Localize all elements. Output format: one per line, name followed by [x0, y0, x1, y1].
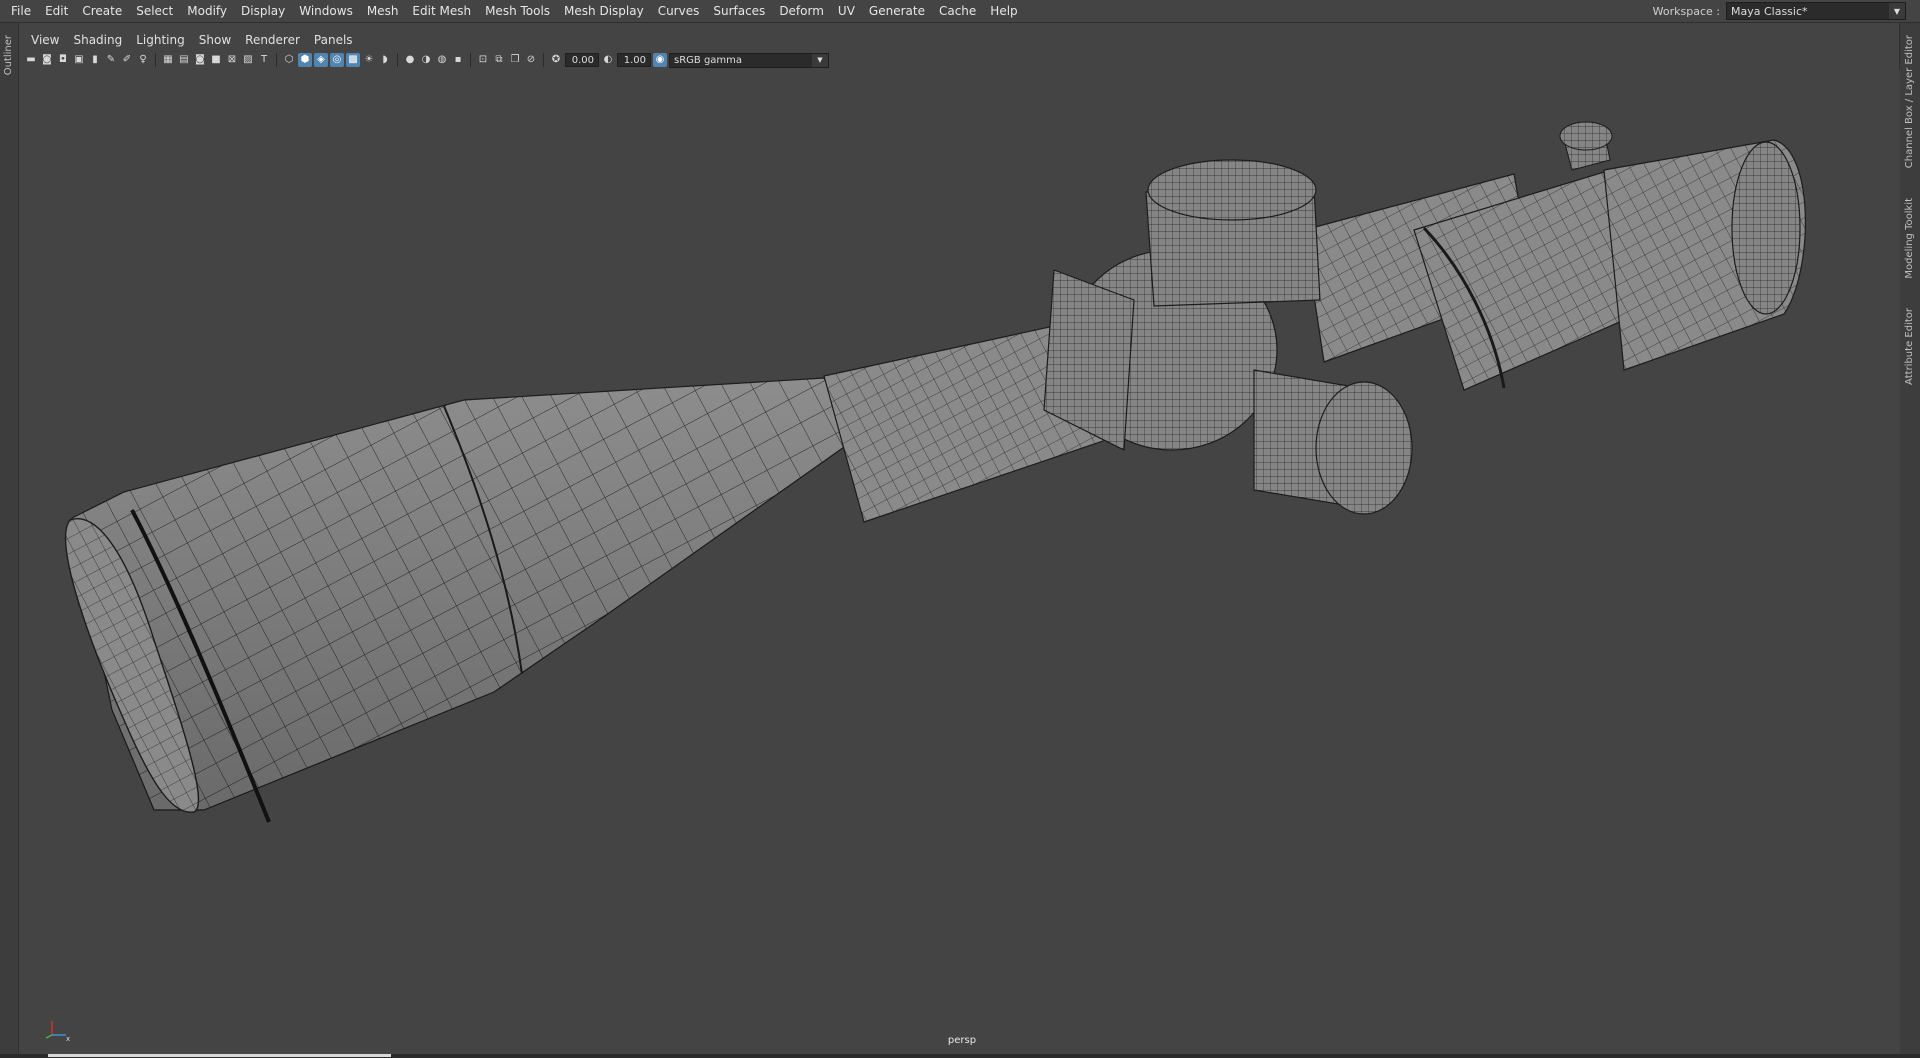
field-chart-icon[interactable]: ⊠: [225, 53, 239, 67]
panel-menu-view[interactable]: View: [24, 33, 66, 47]
exposure-field[interactable]: 0.00: [565, 53, 599, 67]
wireframe-icon[interactable]: ⬡: [282, 53, 296, 67]
menu-help[interactable]: Help: [983, 0, 1024, 22]
exposure-icon[interactable]: ✪: [549, 53, 563, 67]
screen-space-ao-icon[interactable]: ●: [403, 53, 417, 67]
panel-menu-lighting[interactable]: Lighting: [129, 33, 192, 47]
workspace-selector: Workspace : Maya Classic* ▼: [1653, 2, 1906, 20]
panel-menu-show[interactable]: Show: [192, 33, 238, 47]
isolate-select-icon[interactable]: ⊡: [476, 53, 490, 67]
lock-camera-icon[interactable]: ♀: [136, 53, 150, 67]
depth-of-field-icon[interactable]: ▪: [451, 53, 465, 67]
xray-active-icon[interactable]: ❐: [508, 53, 522, 67]
color-management-icon[interactable]: ◉: [653, 53, 667, 67]
xray-joints-icon[interactable]: ⊘: [524, 53, 538, 67]
menu-curves[interactable]: Curves: [651, 0, 707, 22]
panel-menu-renderer[interactable]: Renderer: [238, 33, 307, 47]
scope-mesh-render: [64, 121, 1806, 823]
select-camera-icon[interactable]: ▬: [24, 53, 38, 67]
grease-pencil-icon[interactable]: ✐: [120, 53, 134, 67]
menu-modify[interactable]: Modify: [180, 0, 234, 22]
toolbar-divider: [155, 53, 156, 67]
safe-action-icon[interactable]: ▨: [241, 53, 255, 67]
chevron-down-icon[interactable]: ▼: [1889, 3, 1905, 19]
resolution-gate-icon[interactable]: ◙: [193, 53, 207, 67]
menu-deform[interactable]: Deform: [772, 0, 831, 22]
bookmark-camera-icon[interactable]: ◘: [56, 53, 70, 67]
panel-menubar: View Shading Lighting Show Renderer Pane…: [24, 30, 360, 50]
use-all-lights-icon[interactable]: ▩: [346, 53, 360, 67]
time-slider-bar[interactable]: [0, 1054, 1920, 1058]
menu-edit-mesh[interactable]: Edit Mesh: [405, 0, 478, 22]
camera-attributes-icon[interactable]: ◙: [40, 53, 54, 67]
chevron-down-icon[interactable]: ▼: [812, 53, 828, 67]
menu-generate[interactable]: Generate: [862, 0, 932, 22]
panel-menu-panels[interactable]: Panels: [307, 33, 360, 47]
toolbar-divider: [397, 53, 398, 67]
camera-name-label: persp: [947, 1035, 977, 1046]
textured-icon[interactable]: ◎: [330, 53, 344, 67]
eyepiece-mesh: [1413, 121, 1806, 391]
menu-list: File Edit Create Select Modify Display Windows…: [0, 0, 1025, 22]
gate-mask-icon[interactable]: ■: [209, 53, 223, 67]
menu-display[interactable]: Display: [234, 0, 292, 22]
main-menubar: File Edit Create Select Modify Display Windows…: [0, 0, 1920, 23]
workspace-dropdown[interactable]: Maya Classic* ▼: [1726, 2, 1906, 20]
color-space-value: sRGB gamma: [674, 54, 743, 66]
image-plane-icon[interactable]: ▣: [72, 53, 86, 67]
menu-mesh[interactable]: Mesh: [360, 0, 406, 22]
grid-icon[interactable]: ▦: [161, 53, 175, 67]
2d-pan-zoom-icon[interactable]: ✎: [104, 53, 118, 67]
anti-aliasing-icon[interactable]: ◍: [435, 53, 449, 67]
motion-blur-icon[interactable]: ◑: [419, 53, 433, 67]
toolbar-divider: [470, 53, 471, 67]
bookmark-icon[interactable]: ▮: [88, 53, 102, 67]
wireframe-on-shaded-icon[interactable]: ◈: [314, 53, 328, 67]
tab-outliner[interactable]: Outliner: [3, 35, 14, 75]
color-space-dropdown[interactable]: sRGB gamma ▼: [669, 52, 829, 68]
menu-windows[interactable]: Windows: [292, 0, 360, 22]
right-tab-strip: Channel Box / Layer Editor Modeling Tool…: [1899, 23, 1920, 1058]
toolbar-divider: [543, 53, 544, 67]
xray-icon[interactable]: ⧉: [492, 53, 506, 67]
menu-create[interactable]: Create: [75, 0, 129, 22]
toolbar-divider: [276, 53, 277, 67]
left-tab-strip: Outliner: [0, 23, 19, 1058]
menu-uv[interactable]: UV: [831, 0, 862, 22]
tab-modeling-toolkit[interactable]: Modeling Toolkit: [1904, 198, 1915, 279]
shadows-icon[interactable]: ◗: [378, 53, 392, 67]
gamma-field[interactable]: 1.00: [617, 53, 651, 67]
viewport-persp[interactable]: x persp: [24, 70, 1900, 1054]
tab-channel-box[interactable]: Channel Box / Layer Editor: [1904, 35, 1915, 168]
gamma-icon[interactable]: ◐: [601, 53, 615, 67]
menu-cache[interactable]: Cache: [932, 0, 983, 22]
time-slider-range[interactable]: [48, 1054, 391, 1057]
menu-surfaces[interactable]: Surfaces: [706, 0, 772, 22]
light-icon[interactable]: ☀: [362, 53, 376, 67]
menu-select[interactable]: Select: [129, 0, 180, 22]
workspace-label: Workspace :: [1652, 4, 1720, 18]
safe-title-icon[interactable]: T: [257, 53, 271, 67]
objective-bell-mesh: [64, 375, 874, 823]
smooth-shade-icon[interactable]: ⬢: [298, 53, 312, 67]
workspace-value: Maya Classic*: [1731, 4, 1808, 18]
menu-mesh-tools[interactable]: Mesh Tools: [478, 0, 557, 22]
menu-mesh-display[interactable]: Mesh Display: [557, 0, 651, 22]
film-gate-icon[interactable]: ▤: [177, 53, 191, 67]
panel-menu-shading[interactable]: Shading: [66, 33, 129, 47]
panel-toolbar: ▬ ◙ ◘ ▣ ▮ ✎ ✐ ♀ ▦ ▤ ◙ ■ ⊠ ▨ T ⬡ ⬢ ◈ ◎ ▩ …: [24, 50, 1904, 70]
menu-file[interactable]: File: [4, 0, 38, 22]
tab-attribute-editor[interactable]: Attribute Editor: [1904, 308, 1915, 385]
menu-edit[interactable]: Edit: [38, 0, 75, 22]
